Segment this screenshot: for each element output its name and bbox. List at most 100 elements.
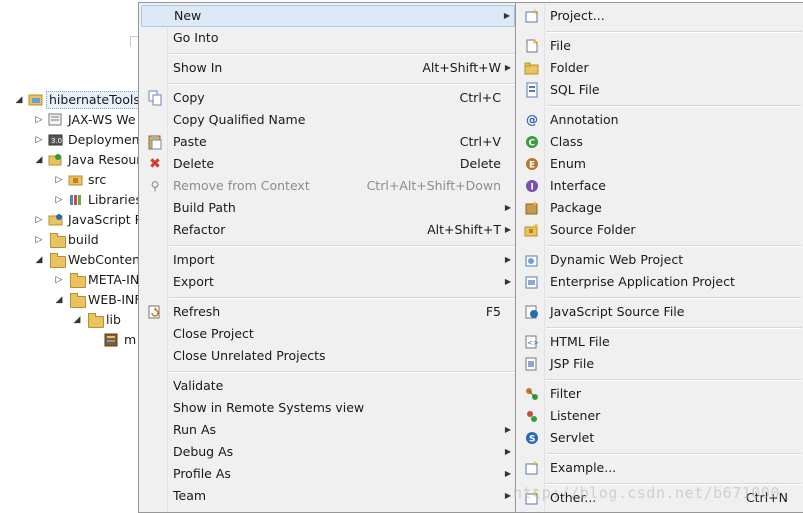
svg-text:S: S [529,435,535,445]
tree-item-label: lib [106,312,121,327]
menu-item-debug-as[interactable]: Debug As ▶ [141,441,515,463]
menu-item-team[interactable]: Team ▶ [141,485,515,507]
submenu-item-dynamic-web-project[interactable]: Dynamic Web Project [518,249,802,271]
menu-separator [546,105,802,107]
menu-item-label: Validate [173,378,224,393]
project-explorer: ◢ hibernateTools ▷ JAX-WS We ▷ 3.0 Deplo… [0,0,144,511]
submenu-item-sql-file[interactable]: SQL File [518,79,802,101]
expand-arrow-icon[interactable]: ▷ [54,190,64,210]
deployment-icon: 3.0 [48,133,64,147]
submenu-item-example[interactable]: Example... [518,457,802,479]
folder-icon [70,273,86,288]
submenu-item-enterprise-application-project[interactable]: Enterprise Application Project [518,271,802,293]
menu-item-copy[interactable]: Copy Ctrl+C [141,87,515,109]
javascript-icon [48,213,64,227]
collapse-arrow-icon[interactable]: ◢ [14,90,24,110]
menu-item-close-unrelated-projects[interactable]: Close Unrelated Projects [141,345,515,367]
menu-item-label: Source Folder [550,222,636,237]
expand-arrow-icon[interactable]: ▷ [34,230,44,250]
collapse-arrow-icon[interactable]: ◢ [34,250,44,270]
tree-item-label: Libraries [88,192,142,207]
menu-item-label: Example... [550,460,617,475]
submenu-item-source-folder[interactable]: Source Folder [518,219,802,241]
tree-item-label: hibernateTools [46,91,143,109]
menu-item-label: Paste [173,134,207,149]
menu-item-import[interactable]: Import ▶ [141,249,515,271]
delete-icon: ✖ [149,156,161,172]
menu-item-delete[interactable]: ✖ Delete Delete [141,153,515,175]
menu-item-run-as[interactable]: Run As ▶ [141,419,515,441]
menu-item-label: Interface [550,178,606,193]
package-folder-icon [68,173,84,187]
menu-item-label: Team [173,488,207,503]
menu-item-label: Copy [173,90,205,105]
context-menu: New ▶ Go Into Show In Alt+Shift+W ▶ Copy… [138,2,518,513]
submenu-item-annotation[interactable]: @ Annotation [518,109,802,131]
annotation-icon: @ [526,113,538,127]
menu-item-refactor[interactable]: Refactor Alt+Shift+T ▶ [141,219,515,241]
submenu-item-file[interactable]: File [518,35,802,57]
menu-item-paste[interactable]: Paste Ctrl+V [141,131,515,153]
menu-item-close-project[interactable]: Close Project [141,323,515,345]
submenu-arrow-icon: ▶ [504,277,511,286]
menu-item-shortcut: F5 [485,304,501,319]
submenu-item-jsp-file[interactable]: JSP File [518,353,802,375]
menu-item-label: Package [550,200,602,215]
menu-item-label: Enum [550,156,586,171]
submenu-item-class[interactable]: C Class [518,131,802,153]
menu-item-label: Delete [173,156,215,171]
menu-separator [546,327,802,329]
copy-icon [147,90,163,106]
new-folder-icon [524,60,540,76]
expand-arrow-icon[interactable]: ▷ [54,270,64,290]
collapse-arrow-icon[interactable]: ◢ [54,290,64,310]
collapse-arrow-icon[interactable]: ◢ [72,310,82,330]
menu-item-profile-as[interactable]: Profile As ▶ [141,463,515,485]
menu-item-export[interactable]: Export ▶ [141,271,515,293]
source-folder-icon [524,222,540,238]
submenu-item-folder[interactable]: Folder [518,57,802,79]
menu-separator [546,453,802,455]
menu-item-go-into[interactable]: Go Into [141,27,515,49]
submenu-item-filter[interactable]: Filter [518,383,802,405]
expand-arrow-icon[interactable]: ▷ [34,130,44,150]
menu-item-copy-qualified-name[interactable]: Copy Qualified Name [141,109,515,131]
new-file-icon [524,38,540,54]
svg-text:3.0: 3.0 [51,137,62,145]
submenu-item-other[interactable]: Other... Ctrl+N [518,487,802,509]
menu-item-label: Annotation [550,112,619,127]
menu-separator [546,379,802,381]
submenu-item-package[interactable]: Package [518,197,802,219]
menu-item-label: Refactor [173,222,226,237]
expand-arrow-icon[interactable]: ▷ [34,110,44,130]
remove-context-icon: ⚲ [150,179,160,193]
menu-item-validate[interactable]: Validate [141,375,515,397]
javascript-file-icon [524,304,540,320]
submenu-arrow-icon: ▶ [504,203,511,212]
menu-item-shortcut: Ctrl+N [745,490,788,505]
expand-arrow-icon[interactable]: ▷ [54,170,64,190]
submenu-item-servlet[interactable]: S Servlet [518,427,802,449]
webservice-icon [48,113,64,127]
menu-item-label: SQL File [550,82,600,97]
menu-item-show-in-remote-systems[interactable]: Show in Remote Systems view [141,397,515,419]
menu-item-remove-from-context: ⚲ Remove from Context Ctrl+Alt+Shift+Dow… [141,175,515,197]
submenu-item-javascript-source-file[interactable]: JavaScript Source File [518,301,802,323]
tree-item-label: WEB-INF [88,292,142,307]
expand-arrow-icon[interactable]: ▷ [34,210,44,230]
menu-item-new[interactable]: New ▶ [141,5,515,27]
listener-icon [524,408,540,424]
submenu-item-listener[interactable]: Listener [518,405,802,427]
menu-item-shortcut: Ctrl+Alt+Shift+Down [366,178,501,193]
menu-item-shortcut: Ctrl+C [459,90,501,105]
collapse-arrow-icon[interactable]: ◢ [34,150,44,170]
submenu-item-enum[interactable]: E Enum [518,153,802,175]
menu-item-build-path[interactable]: Build Path ▶ [141,197,515,219]
submenu-item-html-file[interactable]: <> HTML File [518,331,802,353]
menu-item-refresh[interactable]: Refresh F5 [141,301,515,323]
menu-item-show-in[interactable]: Show In Alt+Shift+W ▶ [141,57,515,79]
class-icon: C [524,134,540,150]
submenu-item-project[interactable]: Project... [518,5,802,27]
tree-item-label: META-IN [88,272,140,287]
submenu-item-interface[interactable]: I Interface [518,175,802,197]
